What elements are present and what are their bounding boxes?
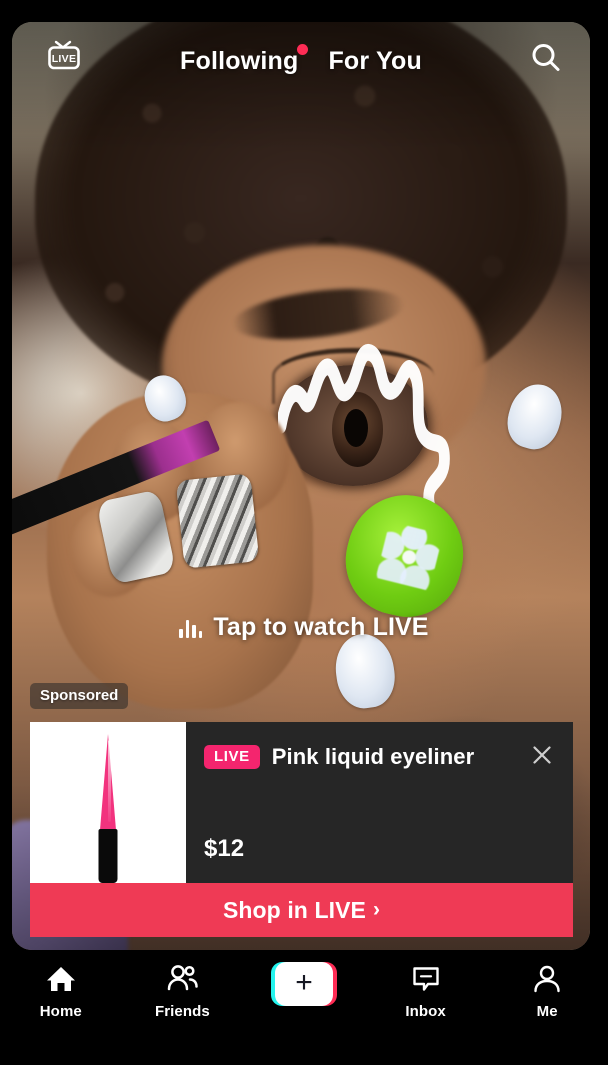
eyeliner-base	[98, 829, 118, 883]
product-thumbnail[interactable]	[30, 722, 186, 883]
top-navigation-bar: LIVE Following For You	[12, 22, 590, 100]
nav-item-me[interactable]: Me	[486, 962, 608, 1020]
shop-in-live-button[interactable]: Shop in LIVE ›	[30, 883, 573, 937]
flower-art	[375, 521, 444, 592]
product-title-row: LIVE Pink liquid eyeliner	[204, 744, 553, 770]
home-icon	[45, 962, 77, 996]
product-ad-card[interactable]: LIVE Pink liquid eyeliner $12 Shop in LI…	[30, 722, 573, 937]
nav-item-create[interactable]: +	[243, 962, 365, 1006]
feed-tabs: Following For You	[12, 22, 590, 100]
product-card-body: LIVE Pink liquid eyeliner $12	[30, 722, 573, 883]
phone-screen: LIVE Following For You Tap to watch LIVE	[0, 0, 608, 1065]
search-button[interactable]	[526, 38, 566, 78]
nav-item-friends[interactable]: Friends	[122, 962, 244, 1020]
eyeliner-highlight	[108, 740, 112, 822]
bottom-navigation-bar: Home Friends + Inbox Me	[0, 950, 608, 1065]
chevron-right-icon: ›	[372, 898, 381, 921]
create-button[interactable]: +	[270, 962, 337, 1006]
nav-label-me: Me	[536, 1003, 558, 1020]
nav-item-inbox[interactable]: Inbox	[365, 962, 487, 1020]
plus-icon: +	[295, 965, 313, 999]
nav-label-inbox: Inbox	[405, 1003, 446, 1020]
eyeliner-tube-graphic	[98, 734, 118, 883]
tab-for-you[interactable]: For You	[328, 47, 422, 76]
close-icon	[533, 746, 551, 764]
following-notification-dot	[297, 43, 309, 55]
sponsored-badge: Sponsored	[30, 683, 129, 709]
search-icon	[532, 44, 560, 71]
nav-label-friends: Friends	[154, 1003, 210, 1020]
chain-ring	[175, 473, 260, 569]
tab-following[interactable]: Following	[180, 43, 309, 76]
product-name: Pink liquid eyeliner	[271, 744, 475, 769]
product-info: LIVE Pink liquid eyeliner $12	[186, 722, 573, 883]
nav-label-home: Home	[39, 1003, 82, 1020]
live-badge: LIVE	[204, 745, 260, 769]
create-center: +	[274, 962, 333, 1006]
nav-item-home[interactable]: Home	[0, 962, 122, 1020]
close-ad-button[interactable]	[527, 740, 557, 770]
tab-following-label: Following	[180, 46, 299, 75]
profile-icon	[532, 962, 562, 996]
inbox-icon	[411, 962, 441, 996]
product-price: $12	[204, 835, 245, 862]
tab-for-you-label: For You	[328, 46, 422, 75]
shop-in-live-label: Shop in LIVE	[222, 896, 366, 923]
friends-icon	[165, 962, 199, 996]
